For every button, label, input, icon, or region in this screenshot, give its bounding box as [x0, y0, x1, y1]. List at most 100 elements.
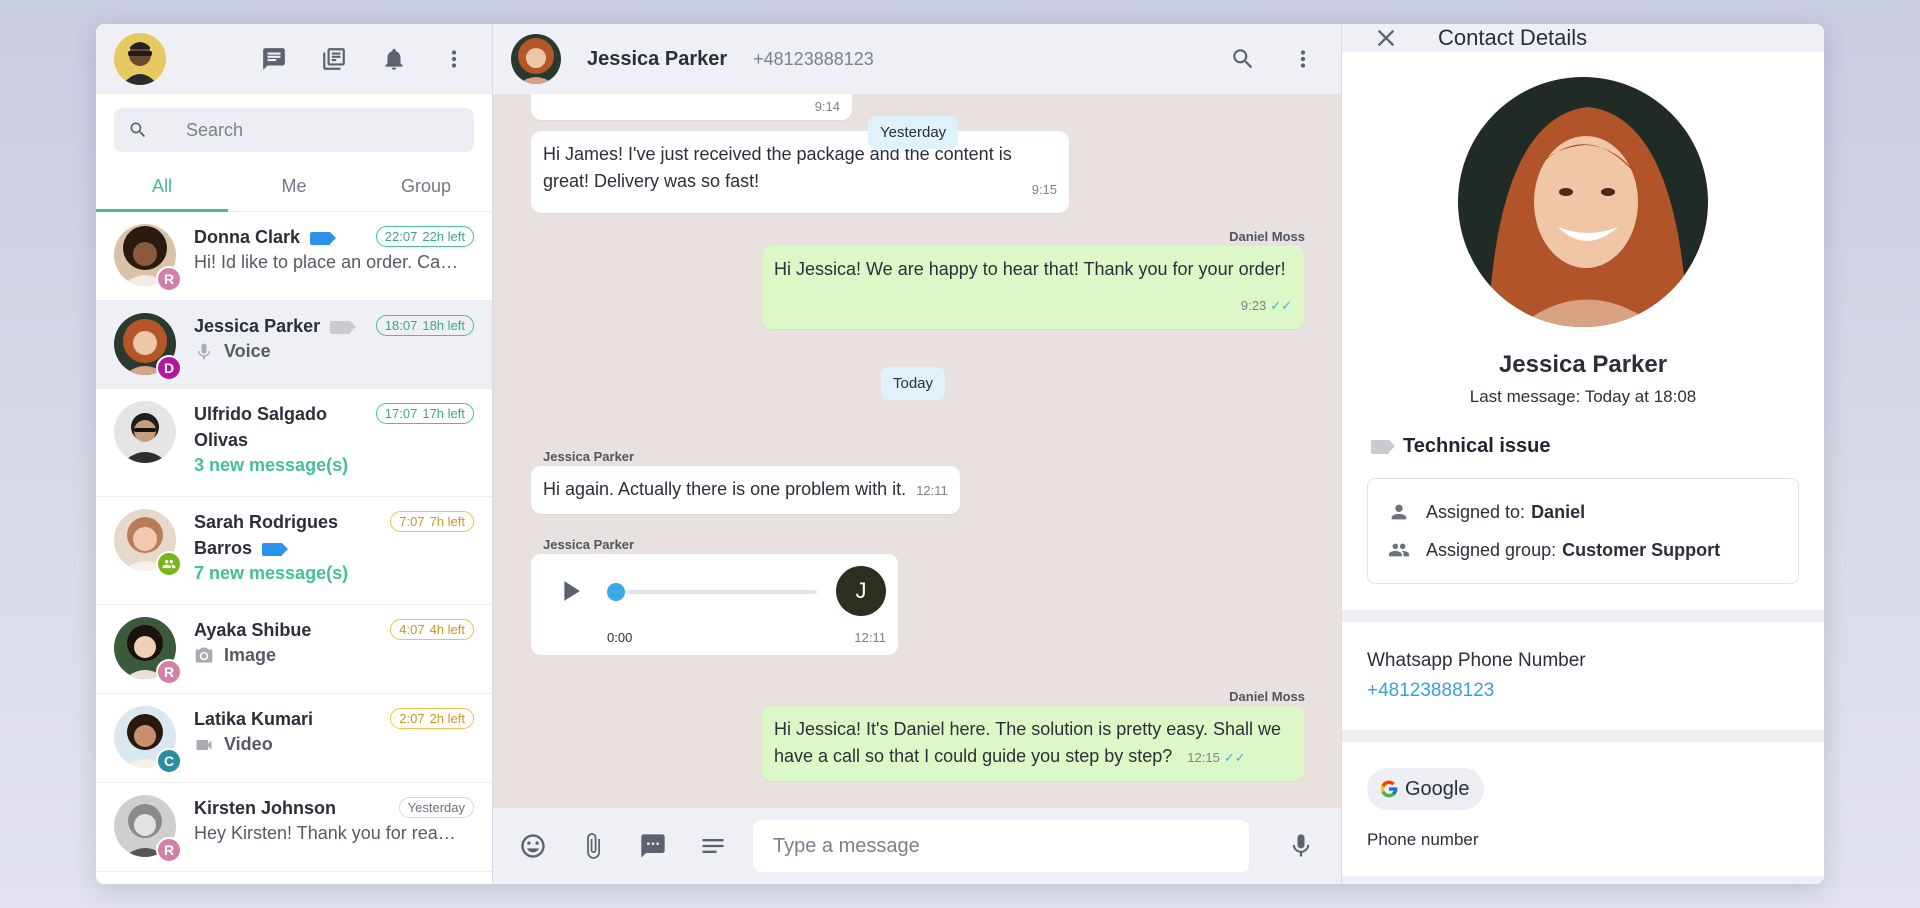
label-tag-icon	[262, 542, 289, 556]
message-time: 12:15	[1187, 750, 1220, 765]
contact-name: Jessica Parker	[1498, 351, 1668, 378]
audio-progress-track[interactable]	[609, 590, 817, 594]
quick-reply-icon[interactable]	[633, 826, 673, 866]
time-pill: Yesterday	[398, 797, 474, 818]
attachment-icon[interactable]	[573, 826, 613, 866]
google-phone-label: Phone number	[1367, 830, 1479, 849]
session-time-left: 22h left	[422, 229, 465, 244]
search-area	[96, 94, 492, 162]
message-bubble-incoming: 9:14	[531, 94, 852, 120]
conversation-panel: Jessica Parker +48123888123 9:14 Hi Jame…	[493, 24, 1342, 884]
chat-list-item[interactable]: Ulfrido Salgado Olivas 17:07 17h left 3 n…	[96, 389, 492, 497]
last-message-time: Yesterday	[407, 800, 465, 815]
assigned-to-row[interactable]: Assigned to: Daniel	[1388, 493, 1778, 531]
notifications-bell-icon[interactable]	[374, 39, 414, 79]
tab-group[interactable]: Group	[360, 162, 492, 211]
search-icon	[130, 122, 146, 138]
templates-icon[interactable]	[314, 39, 354, 79]
phone-link[interactable]: +48123888123	[1367, 680, 1799, 702]
my-avatar[interactable]	[114, 33, 166, 85]
assigned-to-label: Assigned to:	[1426, 501, 1526, 522]
message-sender: Jessica Parker	[543, 537, 635, 552]
message-time: 9:23	[1240, 298, 1267, 313]
chat-list-item-selected[interactable]: D Jessica Parker 18:07 18h left Voice	[96, 301, 492, 389]
whatsapp-phone-section: Whatsapp Phone Number +48123888123	[1342, 622, 1824, 730]
read-ticks-icon: ✓✓	[1270, 298, 1292, 313]
google-chip[interactable]: Google	[1367, 768, 1484, 810]
chat-list-item[interactable]: R Kirsten Johnson Yesterday Hey Kirsten!…	[96, 783, 492, 872]
assigned-to-value: Daniel	[1531, 501, 1586, 522]
chat-list-item[interactable]: Sarah Rodrigues Barros 7:07 7h left 7 new…	[96, 497, 492, 605]
play-icon[interactable]	[553, 574, 587, 608]
audio-progress-knob[interactable]	[607, 583, 625, 601]
chat-list-item[interactable]: R Donna Clark 22:07 22h left Hi! Id like …	[96, 212, 492, 301]
chat-list-item[interactable]: R Ayaka Shibue 4:07 4h left Image	[96, 605, 492, 694]
last-message-preview: Video	[194, 734, 464, 755]
day-separator: Today	[881, 367, 946, 400]
camera-icon	[195, 647, 213, 663]
message-bubble-outgoing: Hi Jessica! It's Daniel here. The soluti…	[762, 706, 1304, 781]
person-icon	[1391, 504, 1407, 520]
chat-list: R Donna Clark 22:07 22h left Hi! Id like …	[96, 212, 492, 884]
voice-message: J 0:00 12:11	[531, 554, 898, 655]
more-vert-icon[interactable]	[1283, 39, 1323, 79]
templates-list-icon[interactable]	[693, 826, 733, 866]
new-chat-icon[interactable]	[254, 39, 294, 79]
message-text: Hi James! I've just received the package…	[543, 144, 1012, 191]
preview-text: Voice	[224, 341, 271, 361]
microphone-icon[interactable]	[1281, 826, 1321, 866]
message-input[interactable]	[753, 820, 1249, 872]
message-sender: Jessica Parker	[543, 449, 635, 464]
contact-name: Latika Kumari	[194, 709, 314, 729]
close-icon[interactable]	[1372, 24, 1400, 52]
time-left-pill: 22:07 22h left	[375, 226, 474, 247]
app-window: All Me Group R Donna Clark 22:07 22h left	[96, 24, 1824, 884]
assigned-group-row[interactable]: Assigned group: Customer Support	[1388, 531, 1778, 569]
message-bubble-incoming: Hi again. Actually there is one problem …	[531, 466, 960, 514]
chat-list-item[interactable]: C Latika Kumari 2:07 2h left Video	[96, 694, 492, 783]
conversation-header: Jessica Parker +48123888123	[493, 24, 1341, 94]
search-box	[114, 108, 474, 152]
message-time: 12:11	[854, 630, 886, 645]
time-left-pill: 7:07 7h left	[390, 511, 474, 532]
last-message-time: 22:07	[384, 229, 418, 244]
voice-sender-avatar: J	[836, 566, 886, 616]
search-input[interactable]	[186, 119, 446, 141]
contact-avatar	[114, 509, 182, 577]
tab-me[interactable]: Me	[228, 162, 360, 211]
last-message-time: 18:07	[384, 318, 418, 333]
conversation-contact-phone: +48123888123	[753, 48, 874, 69]
contact-details-header: Contact Details	[1342, 24, 1824, 52]
contact-name: Jessica Parker	[194, 316, 321, 336]
last-message-preview: Image	[194, 645, 464, 666]
more-vert-icon[interactable]	[434, 39, 474, 79]
search-messages-icon[interactable]	[1223, 39, 1263, 79]
agent-badge: D	[156, 355, 182, 381]
conversation-contact-name: Jessica Parker	[587, 47, 728, 70]
message-sender: Daniel Moss	[1229, 689, 1305, 704]
emoji-icon[interactable]	[513, 826, 553, 866]
contact-avatar[interactable]	[511, 34, 561, 84]
last-message-preview: Hi! Id like to place an order. Can you h…	[194, 252, 464, 272]
label-tag-icon	[1371, 439, 1395, 454]
contact-name: Donna Clark	[194, 227, 301, 247]
agent-badge: R	[156, 266, 182, 292]
session-time-left: 7h left	[429, 514, 465, 529]
time-left-pill: 2:07 2h left	[390, 708, 474, 729]
message-sender: Daniel Moss	[1229, 229, 1305, 244]
label-tag-icon	[310, 231, 337, 245]
contact-name: Kirsten Johnson	[194, 798, 337, 818]
last-message-info: Last message: Today at 18:08	[1469, 387, 1697, 406]
day-separator: Yesterday	[868, 116, 959, 149]
message-text: Hi again. Actually there is one problem …	[543, 479, 907, 499]
google-label: Google	[1405, 777, 1470, 800]
assigned-group-value: Customer Support	[1562, 539, 1721, 560]
group-icon	[162, 559, 176, 569]
last-message-time: 17:07	[384, 406, 418, 421]
time-left-pill: 18:07 18h left	[375, 315, 474, 336]
tab-all[interactable]: All	[96, 162, 228, 212]
agent-badge: C	[156, 748, 182, 774]
contact-avatar: R	[114, 795, 182, 863]
session-time-left: 17h left	[422, 406, 465, 421]
contact-label[interactable]: Technical issue	[1367, 435, 1799, 458]
